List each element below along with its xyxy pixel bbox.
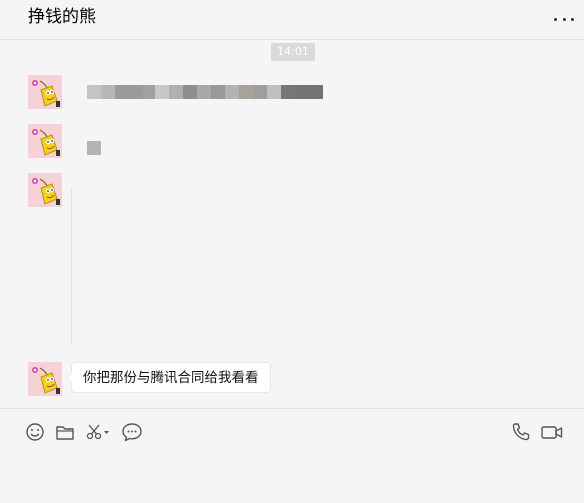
blank-message-bubble: [71, 187, 72, 343]
mosaic-block: [253, 85, 267, 99]
chat-window: 挣钱的熊 14:01 你把那份与腾讯合同给我看看: [0, 0, 584, 503]
send-file-button[interactable]: [54, 421, 76, 443]
mosaic-block: [197, 85, 211, 99]
mosaic-block: [101, 85, 115, 99]
mosaic-block: [267, 85, 281, 99]
mosaic-block: [295, 85, 323, 99]
message-timestamp: 14:01: [271, 43, 315, 61]
phone-icon: [512, 423, 530, 441]
message-bubble[interactable]: 你把那份与腾讯合同给我看看: [66, 362, 271, 393]
redacted-message-text[interactable]: [87, 85, 323, 99]
contact-avatar[interactable]: [28, 75, 62, 109]
mosaic-block: [239, 85, 253, 99]
mosaic-block: [169, 85, 183, 99]
chat-header: 挣钱的熊: [0, 0, 584, 40]
mosaic-block: [183, 85, 197, 99]
more-dot-icon: [571, 17, 574, 21]
mosaic-block: [155, 85, 169, 99]
sponge-avatar-icon: [28, 124, 62, 158]
video-call-icon: [541, 426, 563, 439]
chat-history-button[interactable]: [121, 421, 143, 443]
message-input[interactable]: [0, 452, 584, 503]
mosaic-block: [281, 85, 295, 99]
sponge-avatar-icon: [28, 173, 62, 207]
mosaic-block: [115, 85, 143, 99]
emoji-icon: [26, 423, 44, 441]
folder-icon: [56, 426, 74, 440]
more-dot-icon: [562, 17, 566, 21]
mosaic-block: [211, 85, 225, 99]
contact-avatar[interactable]: [28, 173, 62, 207]
mosaic-block: [87, 85, 101, 99]
mosaic-block: [143, 85, 155, 99]
scissors-icon: [86, 424, 109, 440]
video-call-button[interactable]: [540, 421, 564, 443]
more-dot-icon: [554, 17, 557, 21]
chat-bubble-icon: [122, 423, 142, 442]
voice-call-button[interactable]: [510, 421, 532, 443]
screenshot-button[interactable]: [84, 421, 112, 443]
contact-avatar[interactable]: [28, 362, 62, 396]
more-options-button[interactable]: [554, 10, 574, 28]
emoji-button[interactable]: [24, 421, 46, 443]
contact-avatar[interactable]: [28, 124, 62, 158]
sponge-avatar-icon: [28, 75, 62, 109]
mosaic-block: [225, 85, 239, 99]
sponge-avatar-icon: [28, 362, 62, 396]
chat-title: 挣钱的熊: [28, 7, 96, 27]
input-divider: [0, 408, 584, 409]
redacted-message-text[interactable]: [87, 141, 101, 155]
